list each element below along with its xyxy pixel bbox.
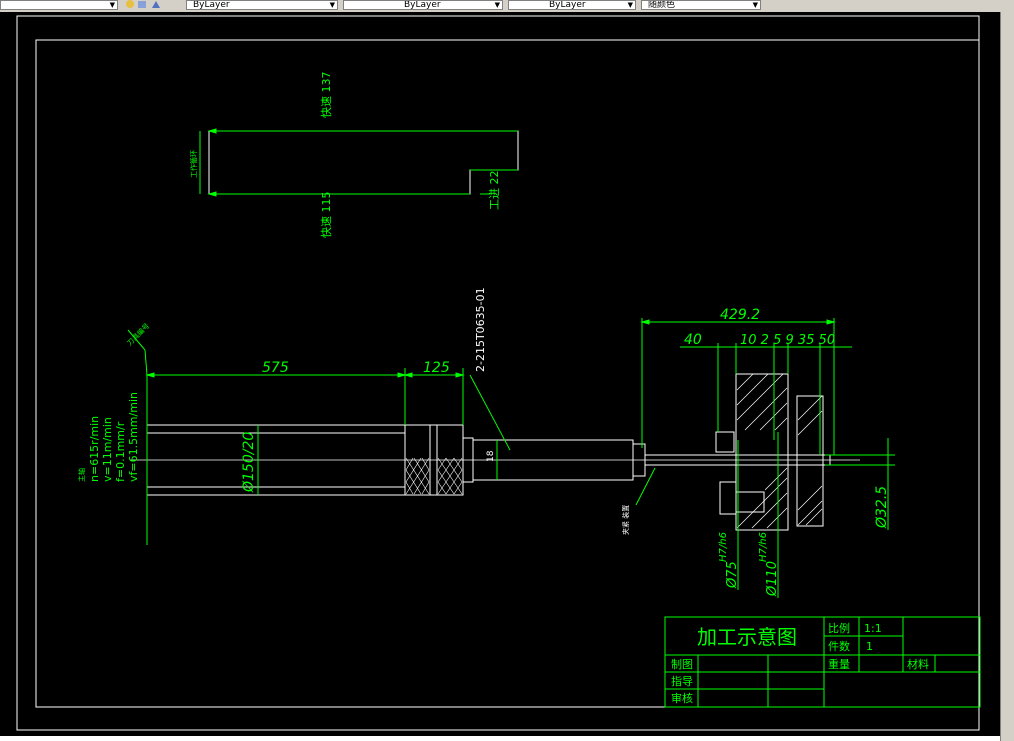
review-label: 审核 <box>671 691 693 705</box>
qty-label: 件数 <box>828 640 850 653</box>
dim-22-label: 工进 22 <box>488 171 501 211</box>
dim-110-fit: H7/h6 <box>758 532 769 562</box>
lineweight-combo-value: ByLayer <box>549 0 586 10</box>
workpiece <box>715 373 824 531</box>
color-combo-value: ByLayer <box>193 0 230 10</box>
status-bar <box>0 736 1000 741</box>
dim-18: 18 <box>486 450 496 462</box>
drawing-canvas[interactable]: 快速 137 快速 115 工进 22 工作循环 575 125 Ø150/20… <box>0 12 1000 736</box>
dim-125: 125 <box>423 360 450 376</box>
scale-label: 比例 <box>828 621 850 635</box>
chevron-down-icon: ▼ <box>627 1 633 9</box>
clamp-label: 夹紧 装置 <box>621 505 630 535</box>
title-block-title: 加工示意图 <box>697 625 797 649</box>
knurl-hatch <box>405 457 463 495</box>
color-combo[interactable]: ByLayer ▼ <box>186 0 338 10</box>
part-code: 2-215T0635-01 <box>474 287 487 372</box>
param-n: n=615r/min <box>88 416 101 482</box>
qty-value: 1 <box>866 640 873 653</box>
param-f: f=0.1mm/r <box>114 421 127 482</box>
dim-429: 429.2 <box>720 307 760 323</box>
layer-combo-partial[interactable]: ▼ <box>0 0 118 10</box>
param-main: 主轴 <box>77 468 86 482</box>
dim-cluster: 10 2 5 9 35 50 <box>740 333 835 348</box>
linetype-combo-value: ByLayer <box>404 0 441 10</box>
dim-150: Ø150/20 <box>241 432 257 493</box>
inner-frame <box>35 39 980 708</box>
weight-label: 重量 <box>828 657 850 671</box>
param-vf: vf=61.5mm/min <box>127 392 140 482</box>
drawn-label: 制图 <box>671 658 693 671</box>
spindle-label: 刀具编号 <box>125 321 151 347</box>
dim-137-label: 快速 137 <box>320 72 333 119</box>
toolbar-icons[interactable] <box>122 0 172 10</box>
dim-32: Ø32.5 <box>874 486 890 529</box>
chevron-down-icon: ▼ <box>329 1 335 9</box>
workpiece-hatch <box>736 373 823 529</box>
work-cycle-diagram <box>208 130 519 195</box>
dim-575: 575 <box>262 360 289 376</box>
dim-115-label: 快速 115 <box>320 192 333 239</box>
scale-value: 1:1 <box>864 622 882 635</box>
spindle-dims <box>127 329 656 545</box>
vertical-scrollbar[interactable] <box>1000 12 1014 741</box>
drawing-svg: 快速 137 快速 115 工进 22 工作循环 575 125 Ø150/20… <box>16 15 981 731</box>
chevron-down-icon: ▼ <box>494 1 500 9</box>
param-v: v=11m/min <box>101 417 114 482</box>
sun-icon[interactable] <box>126 0 134 8</box>
chevron-down-icon: ▼ <box>752 1 758 9</box>
material-label: 材料 <box>907 657 929 671</box>
linetype-combo[interactable]: ByLayer ▼ <box>343 0 503 10</box>
layer-icon[interactable] <box>138 1 146 8</box>
side-cycle-label: 工作循环 <box>189 150 198 178</box>
plotstyle-combo[interactable]: 随颜色 ▼ <box>641 0 761 10</box>
dim-75-fit: H7/h6 <box>718 532 729 562</box>
guide-label: 指导 <box>671 674 693 688</box>
dim-75: Ø75 <box>725 561 740 589</box>
dim-110: Ø110 <box>765 561 780 597</box>
tool-icon[interactable] <box>152 1 160 8</box>
plotstyle-combo-value: 随颜色 <box>648 0 676 10</box>
lineweight-combo[interactable]: ByLayer ▼ <box>508 0 636 10</box>
dim-40: 40 <box>684 332 702 348</box>
